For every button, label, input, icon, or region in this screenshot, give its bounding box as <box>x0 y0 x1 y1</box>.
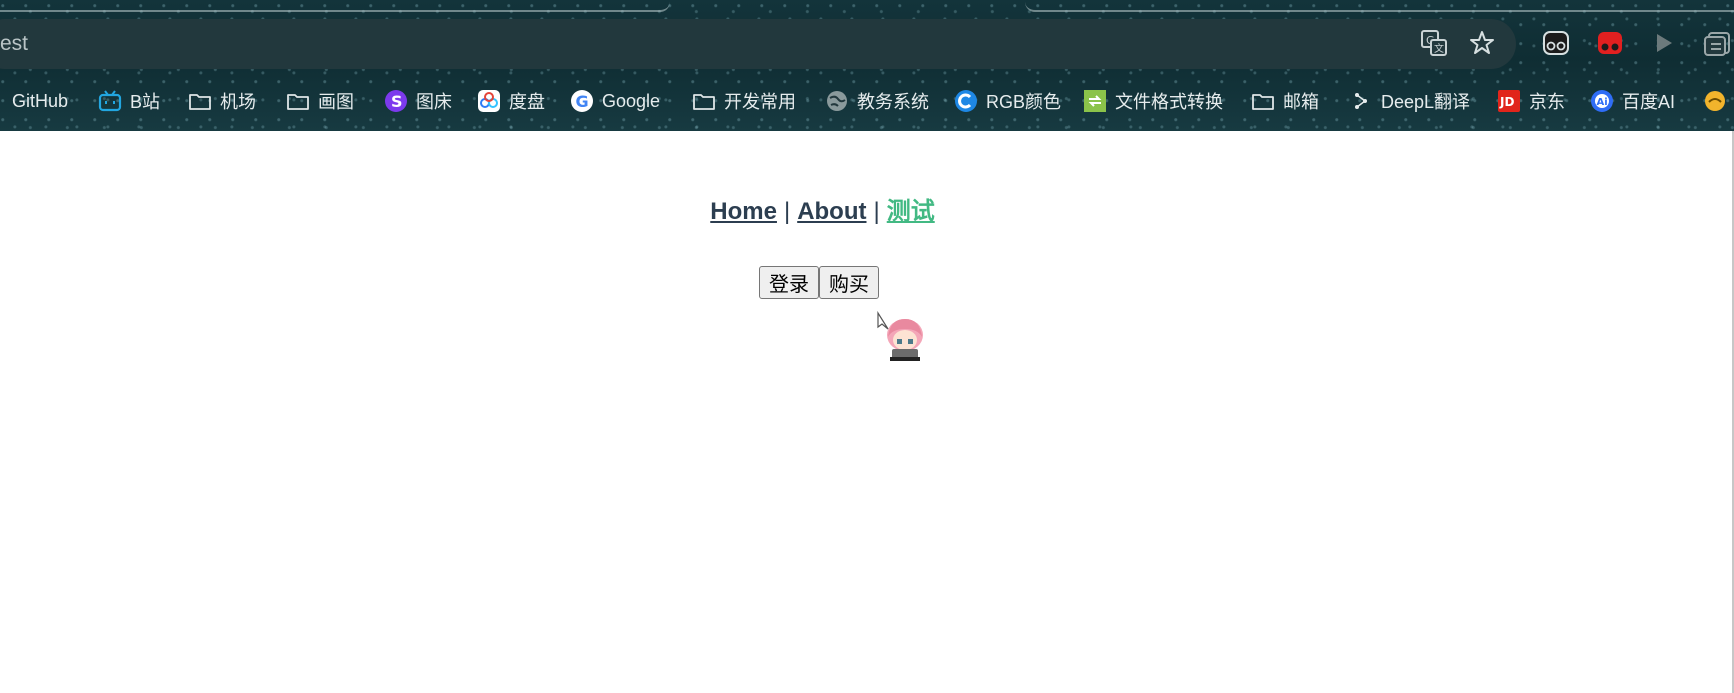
s-logo-icon: S <box>384 89 408 113</box>
address-text[interactable]: est <box>0 32 28 56</box>
folder-icon <box>692 89 716 113</box>
button-group: 登录 购买 <box>759 266 879 299</box>
nav-link-test[interactable]: 测试 <box>887 198 935 225</box>
bookmark-rgb[interactable]: RGB颜色 <box>954 83 1061 119</box>
bookmark-youxiang[interactable]: 邮箱 <box>1251 83 1319 119</box>
bookmark-label: 百度AI <box>1622 92 1676 112</box>
bookmark-jiaowu[interactable]: 教务系统 <box>825 83 929 119</box>
nav-link-about[interactable]: About <box>797 198 866 225</box>
bookmark-label: RGB颜色 <box>986 92 1062 112</box>
folder-icon <box>1251 89 1275 113</box>
convert-icon <box>1083 89 1107 113</box>
bookmark-label: 教务系统 <box>857 92 929 112</box>
svg-text:S: S <box>391 92 403 111</box>
bilibili-icon <box>98 89 122 113</box>
bookmark-label: 图床 <box>416 92 452 112</box>
login-button[interactable]: 登录 <box>759 266 819 299</box>
bookmark-label: GitHub <box>12 90 69 111</box>
svg-text:文: 文 <box>1434 42 1444 55</box>
baidu-pan-icon <box>477 89 501 113</box>
svg-text:JD: JD <box>1499 95 1514 109</box>
baidu-ai-icon: Ai <box>1590 89 1614 113</box>
bookmark-google[interactable]: G Google <box>570 83 660 119</box>
nav-separator: | <box>873 198 880 225</box>
bookmark-baidu-ai[interactable]: Ai 百度AI <box>1590 83 1675 119</box>
bookmark-label: 邮箱 <box>1283 92 1319 112</box>
globe-icon <box>825 89 849 113</box>
play-icon[interactable] <box>1648 28 1678 58</box>
bookmark-jichang[interactable]: 机场 <box>188 83 256 119</box>
bookmark-label: 机场 <box>220 92 256 112</box>
bookmark-bilibili[interactable]: B站 <box>98 83 160 119</box>
bookmark-label: 画图 <box>318 92 354 112</box>
bookmark-tuchuang[interactable]: S 图床 <box>384 83 452 119</box>
deepl-icon <box>1349 89 1373 113</box>
reading-list-icon[interactable] <box>1702 28 1732 58</box>
bookmark-kaifa[interactable]: 开发常用 <box>692 83 796 119</box>
top-nav: Home | About | 测试 <box>0 191 1645 226</box>
svg-text:Ai: Ai <box>1597 97 1608 108</box>
tab-strip <box>0 0 1734 14</box>
folder-icon <box>188 89 212 113</box>
bookmark-overflow[interactable] <box>1703 83 1734 119</box>
folder-icon <box>286 89 310 113</box>
translate-icon[interactable]: G 文 <box>1419 28 1449 58</box>
svg-text:G: G <box>576 92 589 111</box>
bookmark-github[interactable]: GitHub <box>12 83 68 119</box>
bookmark-dupan[interactable]: 度盘 <box>477 83 545 119</box>
bookmark-label: 京东 <box>1529 92 1565 112</box>
bookmark-convert[interactable]: 文件格式转换 <box>1083 83 1223 119</box>
c-logo-icon <box>954 89 978 113</box>
bookmark-label: B站 <box>130 92 161 112</box>
bookmark-deepl[interactable]: DeepL翻译 <box>1349 83 1470 119</box>
mouse-pointer-mascot <box>876 310 928 367</box>
more-bookmark-icon <box>1703 89 1727 113</box>
bookmarks-bar: GitHub B站 机场 画图 S 图床 度盘 G Google 开发常用 教务… <box>0 83 1734 119</box>
tab-edge[interactable] <box>0 0 670 12</box>
extension-red-icon[interactable] <box>1595 28 1625 58</box>
bookmark-label: DeepL翻译 <box>1381 92 1471 112</box>
extension-glasses-icon[interactable] <box>1541 28 1571 58</box>
nav-link-home[interactable]: Home <box>710 198 777 225</box>
browser-chrome: est G 文 <box>0 0 1734 131</box>
bookmark-huatu[interactable]: 画图 <box>286 83 354 119</box>
bookmark-label: 文件格式转换 <box>1115 92 1223 112</box>
address-bar[interactable]: est <box>0 19 1516 69</box>
bookmark-label: 度盘 <box>509 92 545 112</box>
jd-icon: JD <box>1497 89 1521 113</box>
bookmark-label: 开发常用 <box>724 92 796 112</box>
cursor-mascot-icon <box>877 310 923 361</box>
google-icon: G <box>570 89 594 113</box>
nav-separator: | <box>783 198 791 225</box>
bookmark-jd[interactable]: JD 京东 <box>1497 83 1565 119</box>
page-content: Home | About | 测试 登录 购买 <box>0 131 1734 693</box>
tab-edge[interactable] <box>1025 0 1734 12</box>
star-icon[interactable] <box>1467 28 1497 58</box>
bookmark-label: Google <box>602 90 661 111</box>
buy-button[interactable]: 购买 <box>819 266 879 299</box>
